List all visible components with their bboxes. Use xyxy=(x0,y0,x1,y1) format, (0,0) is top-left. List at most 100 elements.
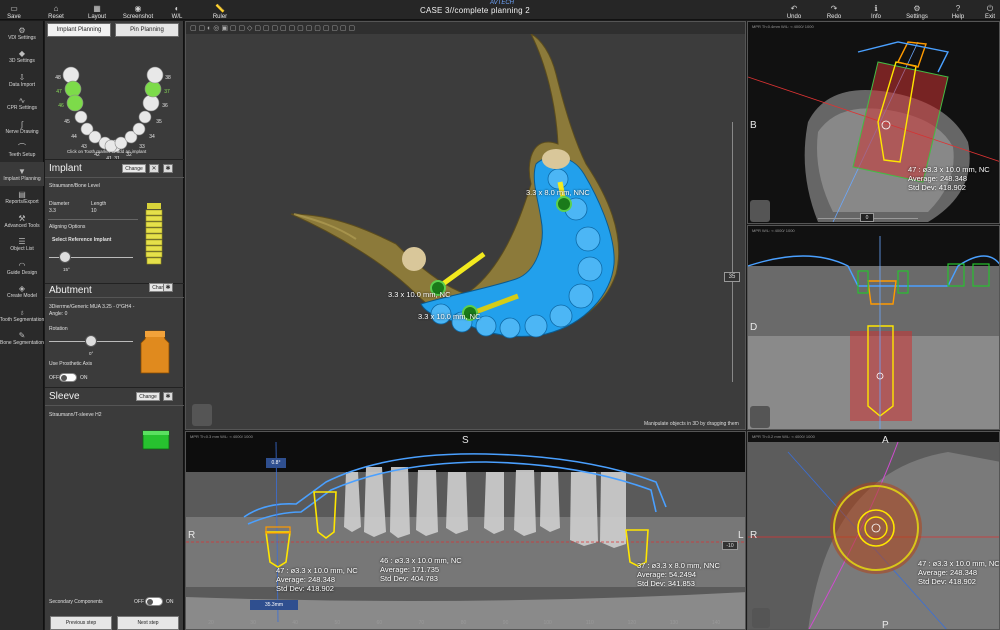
tooth-46[interactable] xyxy=(66,94,84,112)
head-orientation-icon[interactable] xyxy=(750,200,770,222)
import-icon: ⇩ xyxy=(18,72,26,82)
implant-label-47: 3.3 x 10.0 mm, NC xyxy=(388,290,451,299)
panoramic-tick-label: 60 xyxy=(377,620,383,626)
exit-button[interactable]: ⏻ Exit xyxy=(976,0,1000,21)
tooth-35[interactable] xyxy=(138,110,152,124)
panoramic-view[interactable]: MPR Th:0.3 mm W/L: ≈ 4000/ 1000 20 30 40 50… xyxy=(185,431,746,630)
prosthetic-axis-toggle[interactable] xyxy=(59,373,77,382)
nav-item-tooth-segmentation[interactable]: ♁ Tooth Segmentation xyxy=(0,303,44,327)
length-value[interactable]: 10 xyxy=(91,208,97,214)
tooth-34[interactable] xyxy=(132,122,146,136)
screenshot-button[interactable]: ◉ Screenshot xyxy=(123,0,153,21)
info-button[interactable]: ℹ Info xyxy=(862,0,890,21)
nav-item-advanced-tools[interactable]: ⚒ Advanced Tools xyxy=(0,209,44,233)
panoramic-angle-tag[interactable]: 0.8° xyxy=(266,458,286,468)
nav-item-data-import[interactable]: ⇩ Data Import xyxy=(0,68,44,92)
nav-item-label: Tooth Segmentation xyxy=(0,316,45,323)
implant-change-button[interactable]: Change xyxy=(122,164,146,173)
save-button[interactable]: ▭ Save xyxy=(0,0,28,21)
head-orientation-icon[interactable] xyxy=(192,404,212,426)
nav-item-guide-design[interactable]: ◠ Guide Design xyxy=(0,256,44,280)
panoramic-ruler-tag[interactable]: 35.3mm xyxy=(250,600,298,610)
tooth-45[interactable] xyxy=(74,110,88,124)
head-orientation-icon[interactable] xyxy=(750,406,770,428)
camera-icon: ◉ xyxy=(134,4,142,13)
view-b-slider-value[interactable]: 0 xyxy=(860,213,874,222)
tools-icon: ⚒ xyxy=(18,213,26,223)
3d-view-slider-track[interactable] xyxy=(732,122,733,382)
nav-item-3d-settings[interactable]: ◆ 3D Settings xyxy=(0,45,44,69)
tab-implant-planning[interactable]: Implant Planning xyxy=(47,23,111,37)
nav-item-reports-export[interactable]: ▤ Reports/Export xyxy=(0,186,44,210)
reset-icon: ⌂ xyxy=(53,4,59,13)
cross-section-view-b[interactable]: MPR Th:0.4mm W/L: ≈ 4000/ 1000 B 47 : ø3… xyxy=(747,21,1000,224)
help-button[interactable]: ? Help xyxy=(944,0,972,21)
redo-button[interactable]: ↷ Redo xyxy=(820,0,848,21)
tooth-number-label: 35 xyxy=(156,119,162,125)
sleeve-settings-button[interactable]: ✱ xyxy=(163,392,173,401)
cross-section-view-d[interactable]: MPR W/L: ≈ 4000/ 1000 D xyxy=(747,225,1000,430)
nav-item-bone-segmentation[interactable]: ✎ Bone Segmentation xyxy=(0,327,44,351)
nav-item-implant-planning[interactable]: ▼ Implant Planning xyxy=(0,162,44,186)
nav-item-cpr-settings[interactable]: ∿ CPR Settings xyxy=(0,92,44,116)
next-step-button[interactable]: Next step xyxy=(117,616,179,630)
settings-button[interactable]: ⚙ Settings xyxy=(903,0,931,21)
reset-button[interactable]: ⌂ Reset xyxy=(42,0,70,21)
nav-item-vdi-settings[interactable]: ⚙ VDI Settings xyxy=(0,21,44,45)
3d-view-slider-value[interactable]: 35 xyxy=(724,272,740,282)
toolbar-label: Help xyxy=(951,14,965,20)
toolbar-label: Settings xyxy=(906,14,928,20)
abutment-section-title: Abutment xyxy=(49,285,92,296)
head-orientation-icon[interactable] xyxy=(752,608,770,628)
rotation-slider-handle[interactable] xyxy=(85,335,97,347)
nav-item-nerve-drawing[interactable]: ∫ Nerve Drawing xyxy=(0,115,44,139)
panoramic-slider-value[interactable]: -10 xyxy=(722,541,738,550)
tooth-48[interactable] xyxy=(62,66,80,84)
w-l-button[interactable]: ◐ W/L xyxy=(163,0,191,21)
diameter-value[interactable]: 3.3 xyxy=(49,208,56,214)
nav-item-teeth-setup[interactable]: ⌒ Teeth Setup xyxy=(0,139,44,163)
tooth-36[interactable] xyxy=(142,94,160,112)
angle-slider-handle[interactable] xyxy=(59,251,71,263)
nav-item-label: Object List xyxy=(10,246,34,252)
cross-section-d-image[interactable] xyxy=(748,226,1000,430)
help-icon: ? xyxy=(955,4,961,13)
case-title: CASE 3//complete planning 2 xyxy=(420,6,530,15)
tooth-number-label: 44 xyxy=(71,134,77,140)
sleeve-change-button[interactable]: Change xyxy=(136,392,160,401)
secondary-components-toggle[interactable] xyxy=(145,597,163,606)
3d-view-toolbar: ▢ ▢ ◐ ◎ ▣ ▢ ▢ ◇ ▢ ▢ ▢ ▢ ▢ ▢ ▢ ▢ ▢ ▢ ▢ ▢ xyxy=(186,22,745,34)
nav-item-label: Reports/Export xyxy=(5,199,39,205)
abutment-settings-button[interactable]: ✱ xyxy=(163,283,173,292)
select-reference-implant[interactable]: Select Reference Implant xyxy=(52,237,111,243)
toolbar-label: Redo xyxy=(826,14,842,20)
axial-view[interactable]: MPR Th:0.2 mm W/L: ≈ 4000/ 1000 A R P 47… xyxy=(747,431,1000,630)
undo-button[interactable]: ↶ Undo xyxy=(780,0,808,21)
toolbar-label: Undo xyxy=(786,14,802,20)
cpr-icon: ∿ xyxy=(18,96,26,105)
implant-settings-button[interactable]: ✱ xyxy=(163,164,173,173)
tooth-number-label: 37 xyxy=(164,89,170,95)
ruler-button[interactable]: 📏 Ruler xyxy=(206,0,234,21)
nav-item-create-model[interactable]: ◈ Create Model xyxy=(0,280,44,304)
3d-view-tool-icons[interactable]: ▢ ▢ ◐ ◎ ▣ ▢ ▢ ◇ ▢ ▢ ▢ ▢ ▢ ▢ ▢ ▢ ▢ ▢ ▢ ▢ xyxy=(190,24,355,32)
implant-section-title: Implant xyxy=(49,163,82,174)
panoramic-tick-label: 40 xyxy=(292,620,298,626)
mandible-3d-model[interactable] xyxy=(186,34,746,430)
abutment-name: 3Dierrme/Generic MUA 3.25 - 0°GH4 - Angl… xyxy=(49,304,135,317)
tooth-number-label: 45 xyxy=(64,119,70,125)
layout-button[interactable]: ▦ Layout xyxy=(83,0,111,21)
nav-item-object-list[interactable]: ☰ Object List xyxy=(0,233,44,257)
tooth-38[interactable] xyxy=(146,66,164,84)
3d-view[interactable]: ▢ ▢ ◐ ◎ ▣ ▢ ▢ ◇ ▢ ▢ ▢ ▢ ▢ ▢ ▢ ▢ ▢ ▢ ▢ ▢ … xyxy=(185,21,746,430)
tooth-47[interactable] xyxy=(64,80,82,98)
implant-remove-button[interactable]: ✕ xyxy=(149,164,159,173)
cross-section-b-image[interactable] xyxy=(748,22,1000,224)
view-d-label: D xyxy=(750,322,758,333)
axial-image[interactable] xyxy=(748,432,1000,630)
tab-pin-planning[interactable]: Pin Planning xyxy=(115,23,179,37)
tooth-chart[interactable]: 4847464544434241 3132333435363738 xyxy=(49,41,180,159)
panoramic-tick-label: 80 xyxy=(461,620,467,626)
previous-step-button[interactable]: Previous step xyxy=(50,616,112,630)
tooth-37[interactable] xyxy=(144,80,162,98)
